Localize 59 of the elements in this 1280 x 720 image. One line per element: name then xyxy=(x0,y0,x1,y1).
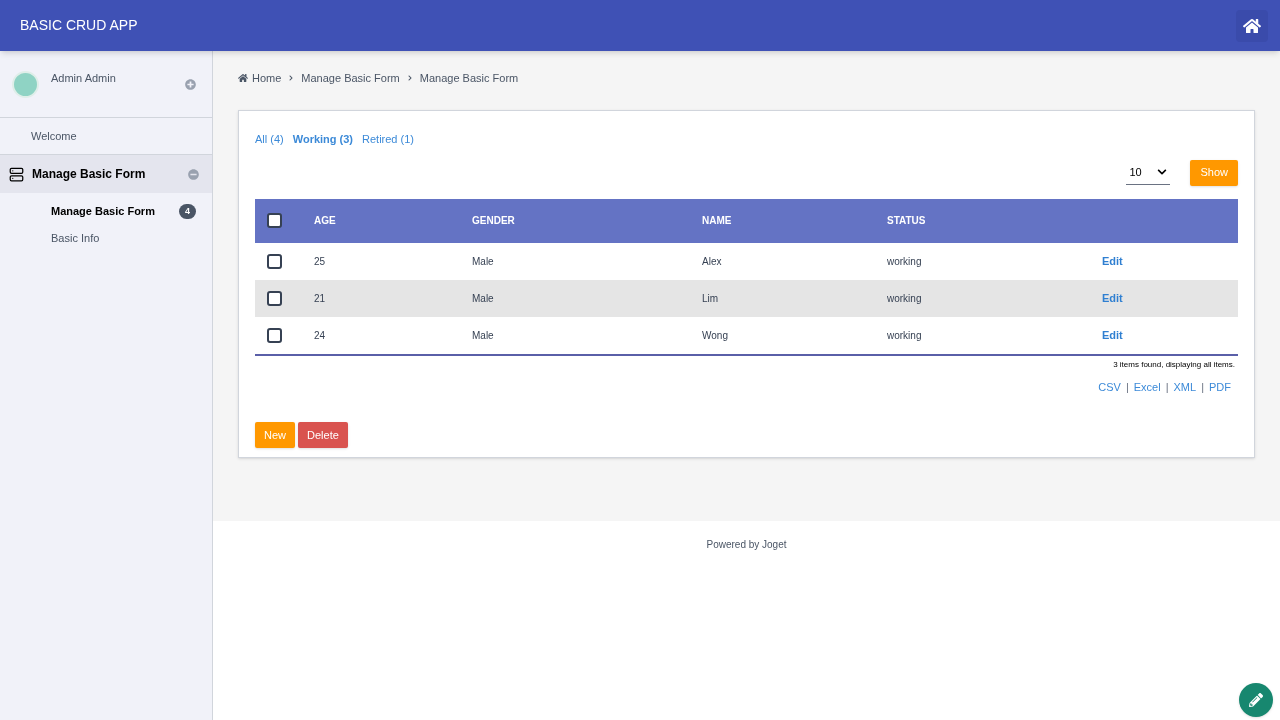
table-cell: working xyxy=(887,292,922,304)
export-link[interactable]: CSV xyxy=(1098,378,1121,395)
chevron-icon xyxy=(1157,167,1168,177)
sidebar-subitem[interactable]: Basic Info xyxy=(0,225,212,252)
user-avatar xyxy=(12,70,39,98)
section-label: Manage Basic Form xyxy=(32,166,147,183)
table-cell: Wong xyxy=(702,329,728,341)
export-link[interactable]: XML xyxy=(1173,378,1197,395)
table-cell: 21 xyxy=(314,292,326,304)
footer-text: Powered by Joget xyxy=(706,538,787,552)
separator: | xyxy=(1201,379,1204,395)
column-header: GENDER xyxy=(472,215,515,226)
count-badge: 4 xyxy=(179,203,196,220)
filter-link[interactable]: Retired (1) xyxy=(362,131,414,148)
breadcrumb-link[interactable]: Manage Basic Form xyxy=(301,69,400,87)
checkbox[interactable] xyxy=(267,253,282,269)
table-cell: 24 xyxy=(314,329,326,341)
edit-link[interactable]: Edit xyxy=(1102,289,1123,307)
table-cell: Alex xyxy=(702,255,722,267)
column-header: AGE xyxy=(314,215,336,226)
table-cell: Male xyxy=(472,255,494,267)
table-cell: Male xyxy=(472,329,494,341)
sidebar-subitem[interactable]: Manage Basic Form 4 xyxy=(0,198,212,225)
breadcrumb-link[interactable]: Home xyxy=(252,69,282,87)
page-size-select[interactable]: 10 xyxy=(1126,160,1171,185)
breadcrumb-link[interactable]: Manage Basic Form xyxy=(419,69,519,87)
table-cell: Male xyxy=(472,292,494,304)
chevron-icon xyxy=(288,75,295,81)
chevron-icon xyxy=(406,75,413,81)
column-header: NAME xyxy=(702,215,732,226)
table-cell: working xyxy=(887,255,922,267)
table-cell: 25 xyxy=(314,255,326,267)
sidebar-section[interactable]: Manage Basic Form xyxy=(0,155,212,193)
export-link[interactable]: PDF xyxy=(1209,378,1231,395)
table-cell: working xyxy=(887,329,922,341)
home-button[interactable] xyxy=(1236,9,1268,42)
export-link[interactable]: Excel xyxy=(1133,378,1161,395)
delete-button[interactable]: Delete xyxy=(298,422,348,448)
app-title: BASIC CRUD APP xyxy=(20,16,138,35)
filter-link[interactable]: Working (3) xyxy=(292,131,354,148)
table-cell: Lim xyxy=(702,292,719,304)
home-icon xyxy=(238,73,248,83)
checkbox[interactable] xyxy=(267,290,282,306)
user-name: Admin Admin xyxy=(51,70,117,86)
server-icon xyxy=(9,166,24,182)
checkbox[interactable] xyxy=(267,327,282,343)
edit-fab[interactable] xyxy=(1239,683,1273,717)
pencil-icon xyxy=(1249,693,1263,707)
column-header: STATUS xyxy=(887,215,926,226)
separator: | xyxy=(1165,379,1169,395)
checkbox[interactable] xyxy=(267,213,282,228)
filter-link[interactable]: All (4) xyxy=(255,131,284,148)
edit-link[interactable]: Edit xyxy=(1102,252,1123,270)
home-icon xyxy=(1243,16,1261,35)
new-button[interactable]: New xyxy=(255,422,295,448)
separator: | xyxy=(1125,379,1129,395)
results-summary: 3 items found, displaying all items. xyxy=(1113,358,1235,371)
show-button[interactable]: Show xyxy=(1190,159,1238,186)
edit-link[interactable]: Edit xyxy=(1102,326,1123,344)
